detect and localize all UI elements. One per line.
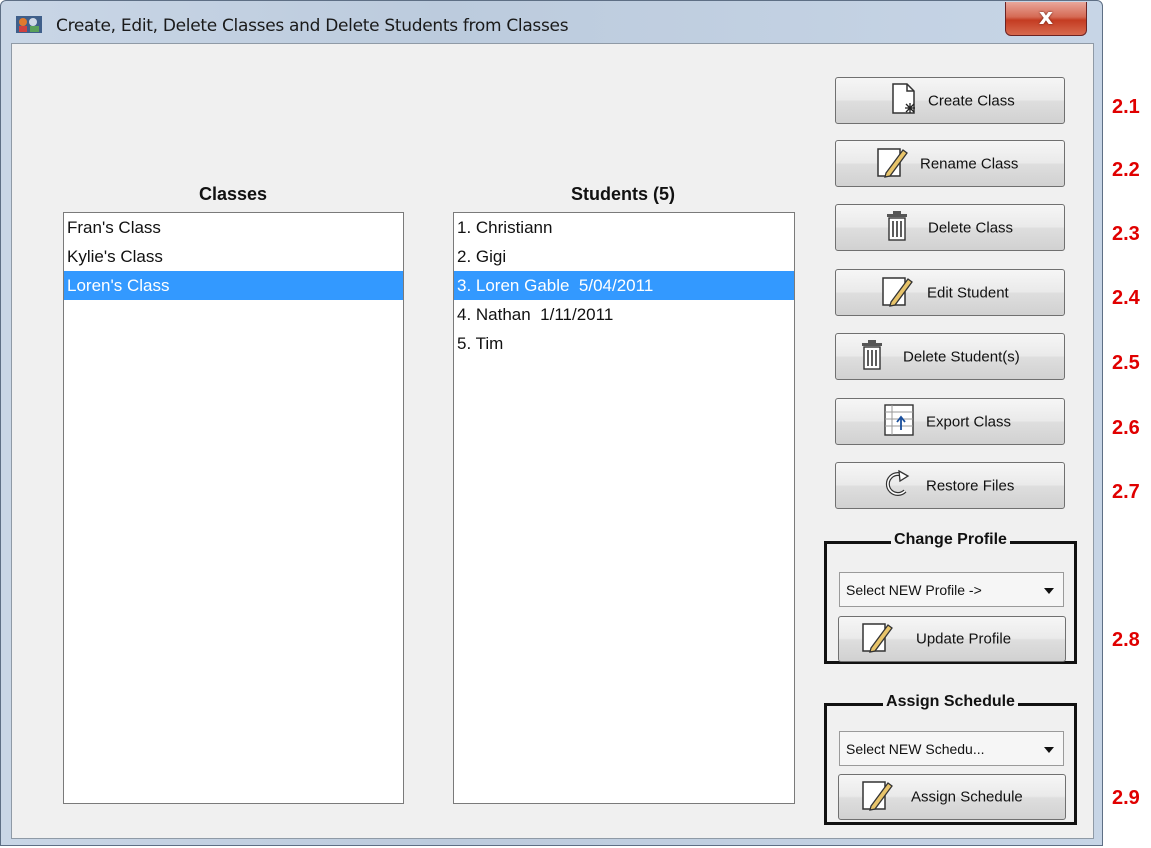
list-item[interactable]: Loren's Class [64,271,403,300]
delete-students-button[interactable]: Delete Student(s) [835,333,1065,380]
step-label-2-3: 2.3 [1112,223,1140,245]
edit-student-button[interactable]: Edit Student [835,269,1065,316]
dialog-client-area: Classes Fran's Class Kylie's Class Loren's… [11,43,1094,839]
trash-icon [860,339,884,374]
step-label-2-1: 2.1 [1112,96,1140,118]
classes-listbox[interactable]: Fran's Class Kylie's Class Loren's Class [63,212,404,804]
assign-schedule-label: Assign Schedule [911,788,1023,806]
step-label-2-6: 2.6 [1112,417,1140,439]
students-listbox[interactable]: 1. Christiann 2. Gigi 3. Loren Gable 5/04/… [453,212,795,804]
list-item[interactable]: 3. Loren Gable 5/04/2011 [454,271,794,300]
list-item[interactable]: Fran's Class [64,213,403,242]
close-icon: x [1038,5,1054,30]
change-profile-title: Change Profile [891,531,1010,548]
chevron-down-icon [1044,747,1054,753]
close-button[interactable]: x [1005,2,1087,36]
edit-pencil-icon [876,145,910,183]
edit-student-label: Edit Student [927,284,1009,301]
edit-pencil-icon [861,620,895,658]
step-label-2-7: 2.7 [1112,481,1140,503]
restore-files-label: Restore Files [926,477,1015,494]
new-document-icon [891,82,917,119]
restore-files-button[interactable]: Restore Files [835,462,1065,509]
create-class-button[interactable]: Create Class [835,77,1065,124]
profile-select[interactable]: Select NEW Profile -> [839,572,1064,607]
dialog-window: Create, Edit, Delete Classes and Delete … [0,0,1103,846]
edit-pencil-icon [861,778,895,816]
delete-students-label: Delete Student(s) [903,348,1020,365]
assign-schedule-group: Assign Schedule Select NEW Schedu... Ass… [824,693,1077,825]
classes-heading: Classes [198,184,268,204]
update-profile-label: Update Profile [916,630,1012,648]
schedule-select-value: Select NEW Schedu... [846,741,985,757]
trash-icon [885,210,909,245]
assign-schedule-button[interactable]: Assign Schedule [838,774,1066,820]
list-item[interactable]: Kylie's Class [64,242,403,271]
chevron-down-icon [1044,588,1054,594]
window-title: Create, Edit, Delete Classes and Delete … [56,16,569,36]
create-class-label: Create Class [928,92,1015,109]
step-label-2-9: 2.9 [1112,787,1140,809]
step-label-2-8: 2.8 [1112,629,1140,651]
step-label-2-5: 2.5 [1112,352,1140,374]
app-icon [16,14,42,34]
export-class-button[interactable]: Export Class [835,398,1065,445]
export-class-label: Export Class [926,413,1012,430]
change-profile-group: Change Profile Select NEW Profile -> Upd… [824,531,1077,664]
profile-select-value: Select NEW Profile -> [846,582,982,598]
students-heading: Students (5) [570,184,675,204]
step-label-2-4: 2.4 [1112,287,1140,309]
delete-class-label: Delete Class [928,219,1014,236]
list-item[interactable]: 5. Tim [454,329,794,358]
rename-class-button[interactable]: Rename Class [835,140,1065,187]
list-item[interactable]: 4. Nathan 1/11/2011 [454,300,794,329]
delete-class-button[interactable]: Delete Class [835,204,1065,251]
schedule-select[interactable]: Select NEW Schedu... [839,731,1064,766]
list-item[interactable]: 2. Gigi [454,242,794,271]
edit-pencil-icon [881,274,915,312]
assign-schedule-title: Assign Schedule [883,693,1018,710]
rename-class-label: Rename Class [920,155,1019,172]
step-label-2-2: 2.2 [1112,159,1140,181]
restore-arrow-icon [882,469,912,503]
list-item[interactable]: 1. Christiann [454,213,794,242]
update-profile-button[interactable]: Update Profile [838,616,1066,662]
export-spreadsheet-icon [884,403,914,440]
title-bar[interactable]: Create, Edit, Delete Classes and Delete … [1,1,1102,43]
